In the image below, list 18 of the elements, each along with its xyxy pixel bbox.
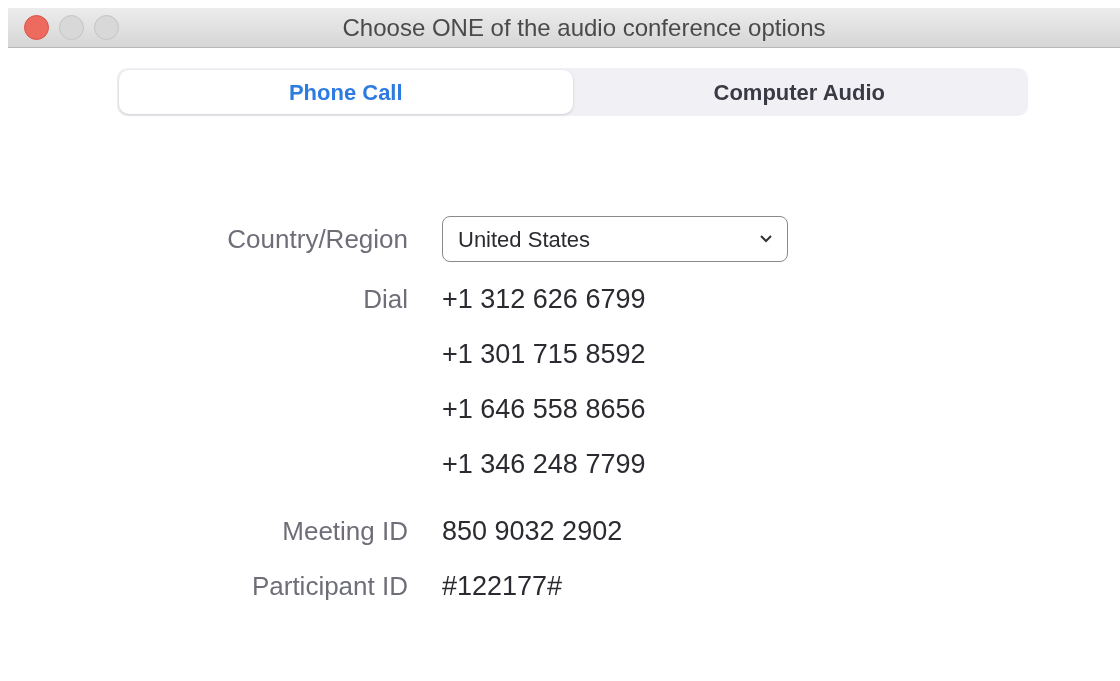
tab[interactable]: Phone Call: [119, 70, 573, 114]
participant-id: #122177#: [442, 570, 563, 604]
phone-number: +1 346 248 7799: [442, 448, 646, 482]
participant-id-label: Participant ID: [251, 570, 408, 603]
phone-number: +1 646 558 8656: [442, 393, 646, 427]
close-icon[interactable]: [24, 15, 49, 40]
meeting-id: 850 9032 2902: [442, 515, 623, 549]
meeting-id-label: Meeting ID: [282, 515, 408, 548]
phone-number: +1 312 626 6799: [442, 283, 646, 317]
phone-number: +1 301 715 8592: [442, 338, 646, 372]
dial-label: Dial: [363, 283, 408, 316]
minimize-icon[interactable]: [59, 15, 84, 40]
zoom-icon[interactable]: [94, 15, 119, 40]
chevron-down-icon: [760, 235, 772, 243]
tab[interactable]: Computer Audio: [572, 70, 1026, 114]
country-label: Country/Region: [227, 222, 408, 256]
window-title: Choose ONE of the audio conference options: [341, 12, 826, 43]
country-dropdown[interactable]: United States: [442, 216, 788, 262]
